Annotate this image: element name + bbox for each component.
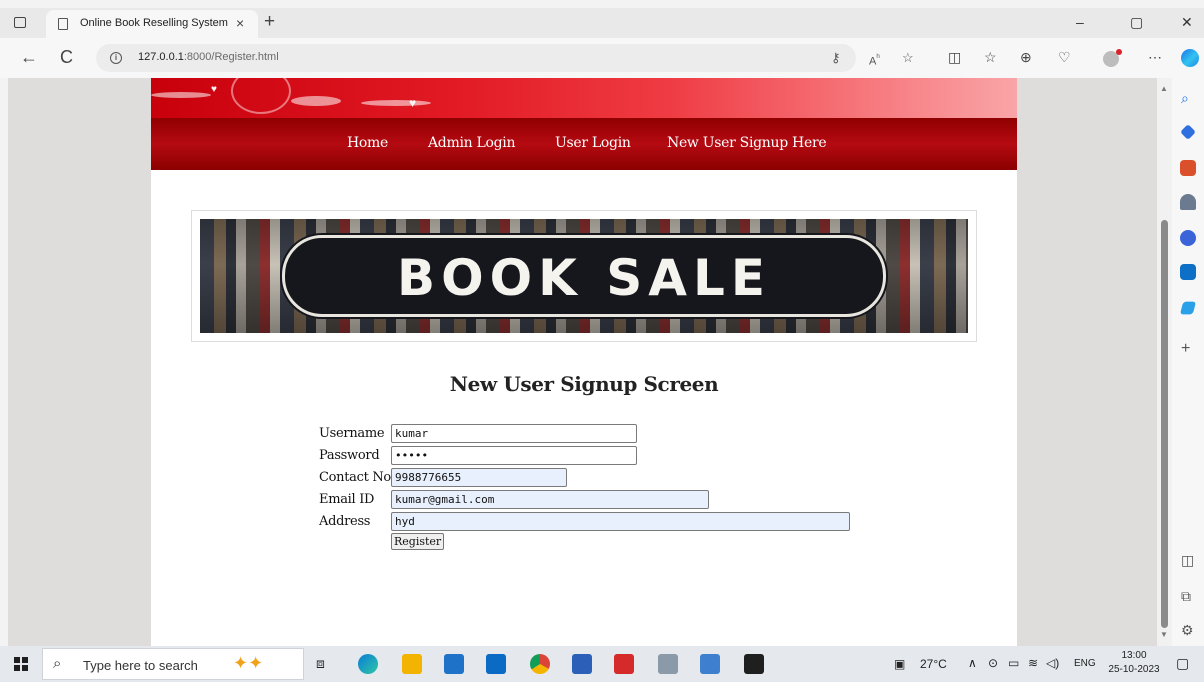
- split-screen-icon[interactable]: ◫: [948, 49, 961, 66]
- scroll-thumb[interactable]: [1161, 220, 1168, 628]
- app-icon[interactable]: [658, 654, 678, 674]
- favorite-star-icon[interactable]: ☆: [902, 50, 914, 66]
- register-button[interactable]: Register: [391, 533, 445, 550]
- url-path: :8000/Register.html: [183, 51, 279, 63]
- acrobat-icon[interactable]: [614, 654, 634, 674]
- close-window-button[interactable]: ✕: [1181, 14, 1193, 31]
- outlook-icon[interactable]: [1180, 264, 1196, 280]
- banner-title: BOOK SALE: [397, 249, 771, 307]
- page-container: ♥ ♥ Home Admin Login User Login New User…: [151, 78, 1017, 646]
- weather-temp[interactable]: 27°C: [920, 657, 947, 671]
- scroll-up-icon[interactable]: ▲: [1160, 84, 1168, 93]
- email-input[interactable]: [391, 490, 709, 509]
- edge-sidebar: ⌕ + ◫ ⧉ ⚙: [1172, 78, 1204, 646]
- tab-strip: Online Book Reselling System × + – ▢ ✕: [0, 8, 1204, 38]
- minimize-button[interactable]: –: [1076, 14, 1084, 30]
- url-text[interactable]: 127.0.0.1:8000/Register.html: [138, 51, 279, 63]
- favorites-icon[interactable]: ☆: [984, 49, 997, 66]
- meet-now-icon[interactable]: ⊙: [988, 656, 998, 670]
- clock-date: 25-10-2023: [1108, 664, 1160, 675]
- search-icon[interactable]: ⌕: [1181, 90, 1189, 107]
- language-indicator[interactable]: ENG: [1074, 658, 1096, 669]
- refresh-button[interactable]: C: [60, 46, 73, 68]
- add-sidebar-app-icon[interactable]: +: [1181, 340, 1190, 358]
- word-icon[interactable]: [572, 654, 592, 674]
- username-label: Username: [319, 426, 385, 441]
- browser-toolbar: ← C i 127.0.0.1:8000/Register.html ⚷ Aʰ …: [0, 38, 1204, 78]
- new-tab-button[interactable]: +: [264, 11, 275, 33]
- battery-icon[interactable]: ▭: [1008, 656, 1019, 670]
- tray-overflow-icon[interactable]: ∧: [968, 656, 977, 670]
- password-input[interactable]: [391, 446, 637, 465]
- tab-title: Online Book Reselling System: [80, 17, 228, 29]
- volume-icon[interactable]: ◁): [1046, 656, 1059, 670]
- games-icon[interactable]: [1180, 194, 1196, 210]
- browser-essentials-icon[interactable]: ♡: [1058, 49, 1071, 66]
- contact-label: Contact No: [319, 470, 391, 485]
- settings-gear-icon[interactable]: ⚙: [1181, 622, 1194, 639]
- shopping-tag-icon[interactable]: [1180, 124, 1196, 140]
- windows-taskbar: ⌕ Type here to search ✦✦ ⧈ ▣ 27°C ∧ ⊙ ▭ …: [0, 646, 1204, 682]
- page-scrollbar[interactable]: ▲ ▼: [1157, 78, 1172, 646]
- notifications-icon[interactable]: ▢: [1176, 655, 1189, 672]
- read-aloud-icon[interactable]: Aʰ: [869, 52, 880, 68]
- key-icon[interactable]: ⚷: [831, 50, 841, 66]
- windows-start-icon[interactable]: [14, 657, 28, 671]
- address-input[interactable]: [391, 512, 850, 531]
- search-icon: ⌕: [53, 655, 62, 672]
- site-info-icon[interactable]: i: [110, 52, 122, 64]
- file-explorer-icon[interactable]: [402, 654, 422, 674]
- python-icon[interactable]: [700, 654, 720, 674]
- banner-frame: BOOK SALE: [191, 210, 977, 342]
- profile-badge-icon: [1116, 49, 1122, 55]
- terminal-icon[interactable]: [744, 654, 764, 674]
- back-button[interactable]: ←: [20, 46, 38, 68]
- main-nav: Home Admin Login User Login New User Sig…: [151, 118, 1017, 170]
- contact-input[interactable]: [391, 468, 567, 487]
- form-heading: New User Signup Screen: [449, 372, 719, 396]
- clock-time: 13:00: [1121, 650, 1147, 661]
- open-external-icon[interactable]: ⧉: [1181, 588, 1191, 605]
- more-options-icon[interactable]: ⋯: [1148, 49, 1162, 66]
- microsoft-365-icon[interactable]: [1180, 230, 1196, 246]
- username-input[interactable]: [391, 424, 637, 443]
- tab-close-icon[interactable]: ×: [236, 15, 244, 31]
- clock[interactable]: 13:00 25-10-2023: [1106, 649, 1162, 677]
- collections-icon[interactable]: ⊕: [1020, 49, 1032, 66]
- restore-button[interactable]: ▢: [1130, 14, 1143, 31]
- tab-actions-icon[interactable]: [14, 17, 26, 28]
- wifi-icon[interactable]: ≋: [1028, 656, 1038, 670]
- edge-app-icon[interactable]: [358, 654, 378, 674]
- search-placeholder: Type here to search: [83, 658, 198, 673]
- nav-home-link[interactable]: Home: [347, 135, 388, 151]
- web-viewport: ♥ ♥ Home Admin Login User Login New User…: [8, 78, 1172, 646]
- hide-sidebar-icon[interactable]: ◫: [1181, 552, 1194, 569]
- address-label: Address: [319, 514, 371, 529]
- url-host: 127.0.0.1: [138, 51, 184, 63]
- scroll-down-icon[interactable]: ▼: [1160, 630, 1168, 639]
- header-banner: ♥ ♥: [151, 78, 1017, 118]
- banner-badge: BOOK SALE: [282, 235, 886, 317]
- address-bar[interactable]: i 127.0.0.1:8000/Register.html ⚷ Aʰ ☆: [96, 44, 914, 72]
- email-label: Email ID: [319, 492, 375, 507]
- weather-icon[interactable]: ▣: [894, 657, 905, 671]
- drop-icon[interactable]: [1179, 301, 1197, 315]
- chrome-icon[interactable]: [530, 654, 550, 674]
- browser-tab[interactable]: Online Book Reselling System ×: [46, 10, 258, 38]
- search-highlight-icon: ✦✦: [233, 653, 264, 673]
- tools-icon[interactable]: [1180, 160, 1196, 176]
- nav-user-login-link[interactable]: User Login: [555, 135, 631, 151]
- task-view-icon[interactable]: ⧈: [316, 655, 325, 672]
- book-sale-banner: BOOK SALE: [200, 219, 968, 333]
- copilot-icon[interactable]: [1181, 49, 1199, 67]
- page-icon: [58, 18, 68, 30]
- nav-signup-link[interactable]: New User Signup Here: [667, 135, 827, 151]
- nav-admin-login-link[interactable]: Admin Login: [428, 135, 515, 151]
- mail-icon[interactable]: [486, 654, 506, 674]
- store-icon[interactable]: [444, 654, 464, 674]
- taskbar-search[interactable]: ⌕ Type here to search ✦✦: [42, 648, 304, 680]
- password-label: Password: [319, 448, 380, 463]
